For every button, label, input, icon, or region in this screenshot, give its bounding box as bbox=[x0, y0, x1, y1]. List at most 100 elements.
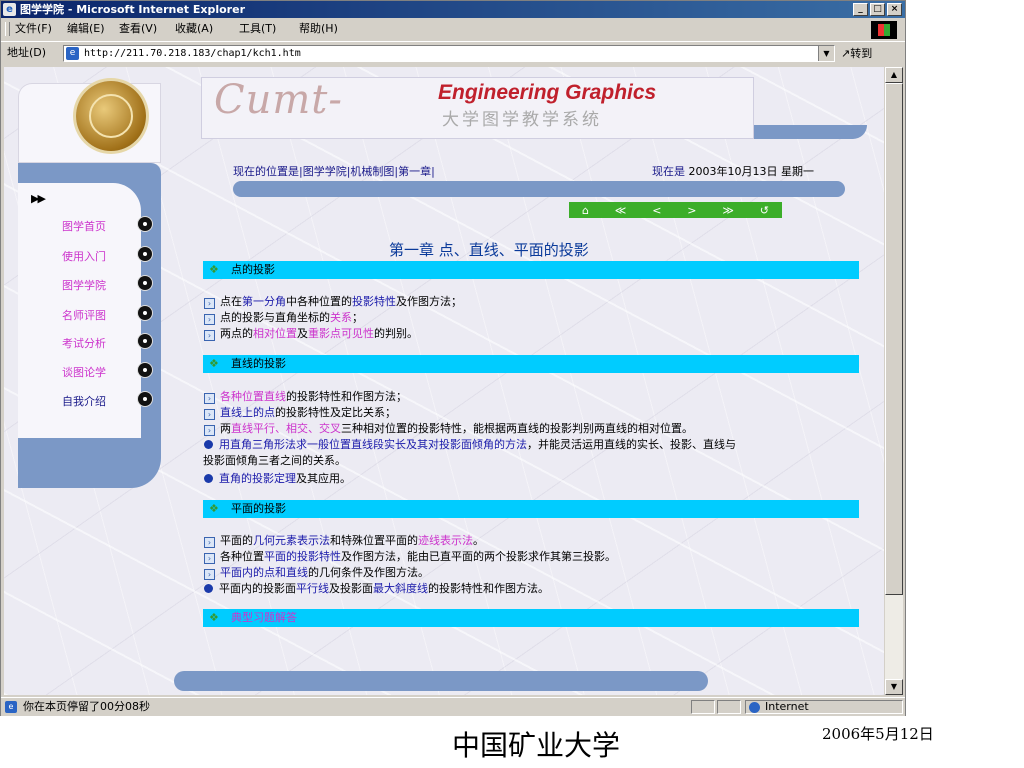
close-button[interactable]: × bbox=[887, 3, 902, 16]
nav-bullet-icon bbox=[138, 217, 152, 231]
status-cell bbox=[717, 700, 741, 714]
page-icon: e bbox=[66, 47, 79, 60]
address-input[interactable]: e http://211.70.218.183/chap1/kch1.htm ▼ bbox=[63, 45, 835, 62]
internet-globe-icon bbox=[749, 702, 760, 713]
section-bullet-icon: ❖ bbox=[209, 611, 219, 624]
list-item: › 两点的相对位置及重影点可见性的判别。 bbox=[204, 325, 418, 341]
windows-flag-icon bbox=[871, 21, 897, 39]
go-label: 转到 bbox=[850, 47, 873, 60]
window-title: 图学学院 - Microsoft Internet Explorer bbox=[20, 3, 245, 16]
first-page-icon[interactable]: ≪ bbox=[615, 204, 627, 217]
address-url[interactable]: http://211.70.218.183/chap1/kch1.htm bbox=[84, 46, 301, 61]
menu-view[interactable]: 查看(V) bbox=[119, 19, 157, 39]
list-item: 直角的投影定理及其应用。 bbox=[204, 470, 351, 486]
arrow-bullet-icon: › bbox=[204, 393, 215, 404]
page-viewport: ▶▶ 图学首页 使用入门 图学学院 名师评图 考试分析 谈图论学 自我介绍 Cu… bbox=[4, 67, 884, 695]
link[interactable]: 相对位置 bbox=[253, 327, 297, 340]
banner-eg-title: Engineering Graphics bbox=[438, 81, 657, 104]
round-bullet-icon bbox=[204, 474, 213, 483]
page-nav-strip: ⌂ ≪ < > ≫ ↺ bbox=[569, 202, 782, 218]
link[interactable]: 直线平行、相交、交叉 bbox=[231, 422, 341, 435]
scroll-down-icon[interactable]: ▼ bbox=[885, 679, 903, 695]
banner-cn-title: 大学图学教学系统 bbox=[442, 110, 602, 130]
link[interactable]: 直线上的点 bbox=[220, 406, 275, 419]
expand-arrows-icon[interactable]: ▶▶ bbox=[31, 192, 46, 205]
breadcrumb[interactable]: 现在的位置是|图学学院|机械制图|第一章| bbox=[233, 163, 435, 179]
link[interactable]: 几何元素表示法 bbox=[253, 534, 330, 547]
link[interactable]: 第一分角 bbox=[242, 295, 286, 308]
list-item: › 点的投影与直角坐标的关系； bbox=[204, 309, 363, 325]
link[interactable]: 关系 bbox=[330, 311, 352, 324]
link[interactable]: 最大斜度线 bbox=[373, 582, 428, 595]
sidebar-item-label: 名师评图 bbox=[62, 309, 106, 322]
section-title: 典型习题解答 bbox=[231, 611, 297, 624]
menu-help[interactable]: 帮助(H) bbox=[299, 19, 338, 39]
sidebar-item-label: 图学学院 bbox=[62, 279, 106, 292]
address-label: 地址(D) bbox=[7, 46, 47, 59]
arrow-bullet-icon: › bbox=[204, 553, 215, 564]
link[interactable]: 平行线 bbox=[296, 582, 329, 595]
status-cell bbox=[691, 700, 715, 714]
title-bar: e 图学学院 - Microsoft Internet Explorer _ □… bbox=[1, 1, 905, 18]
home-icon[interactable]: ⌂ bbox=[582, 204, 589, 217]
nav-bullet-icon bbox=[138, 276, 152, 290]
sidebar-item-label: 使用入门 bbox=[62, 250, 106, 263]
date-value: 2003年10月13日 星期一 bbox=[688, 165, 815, 178]
prev-page-icon[interactable]: < bbox=[652, 204, 661, 217]
nav-bullet-icon bbox=[138, 392, 152, 406]
status-text: 你在本页停留了00分08秒 bbox=[23, 700, 150, 713]
link[interactable]: 平面的投影特性 bbox=[264, 550, 341, 563]
section-bar-lines[interactable]: ❖ 直线的投影 bbox=[203, 355, 859, 373]
university-name: 中国矿业大学 bbox=[452, 729, 621, 762]
menu-grip bbox=[5, 22, 10, 36]
nav-bullet-icon bbox=[138, 363, 152, 377]
scroll-up-icon[interactable]: ▲ bbox=[885, 67, 903, 83]
return-icon[interactable]: ↺ bbox=[760, 204, 769, 217]
section-bar-planes[interactable]: ❖ 平面的投影 bbox=[203, 500, 859, 518]
sidebar-item-label: 自我介绍 bbox=[62, 395, 106, 408]
next-page-icon[interactable]: > bbox=[687, 204, 696, 217]
last-page-icon[interactable]: ≫ bbox=[722, 204, 734, 217]
link[interactable]: 重影点可见性 bbox=[308, 327, 374, 340]
vertical-scrollbar[interactable]: ▲ ▼ bbox=[885, 67, 903, 695]
list-item: › 各种位置直线的投影特性和作图方法； bbox=[204, 388, 407, 404]
minimize-button[interactable]: _ bbox=[853, 3, 868, 16]
nav-bullet-icon bbox=[138, 334, 152, 348]
section-bullet-icon: ❖ bbox=[209, 263, 219, 276]
list-item: › 各种位置平面的投影特性及作图方法，能由已直平面的两个投影求作其第三投影。 bbox=[204, 548, 616, 564]
arrow-bullet-icon: › bbox=[204, 425, 215, 436]
arrow-bullet-icon: › bbox=[204, 537, 215, 548]
go-button[interactable]: ↗转到 bbox=[841, 45, 901, 62]
menu-edit[interactable]: 编辑(E) bbox=[67, 19, 105, 39]
menu-favorites[interactable]: 收藏(A) bbox=[175, 19, 213, 39]
address-dropdown-icon[interactable]: ▼ bbox=[818, 46, 834, 61]
university-seal-icon bbox=[76, 81, 146, 151]
section-title: 点的投影 bbox=[231, 263, 275, 276]
banner-script-logo: Cumt- bbox=[214, 77, 343, 123]
nav-bullet-icon bbox=[138, 247, 152, 261]
section-bullet-icon: ❖ bbox=[209, 502, 219, 515]
link[interactable]: 各种位置直线 bbox=[220, 390, 286, 403]
ie-logo-icon: e bbox=[3, 3, 16, 16]
link[interactable]: 迹线表示法 bbox=[418, 534, 473, 547]
nav-bullet-icon bbox=[138, 306, 152, 320]
maximize-button[interactable]: □ bbox=[870, 3, 885, 16]
menu-file[interactable]: 文件(F) bbox=[15, 19, 52, 39]
menu-tools[interactable]: 工具(T) bbox=[239, 19, 276, 39]
scroll-thumb[interactable] bbox=[885, 83, 903, 595]
link[interactable]: 用直角三角形法求一般位置直线段实长及其对投影面倾角的方法 bbox=[219, 438, 527, 451]
sidebar-item-label: 考试分析 bbox=[62, 337, 106, 350]
link[interactable]: 平面内的点和直线 bbox=[220, 566, 308, 579]
section-title: 直线的投影 bbox=[231, 357, 286, 370]
go-arrow-icon: ↗ bbox=[841, 47, 851, 60]
list-item: › 两直线平行、相交、交叉三种相对位置的投影特性，能根据两直线的投影判别两直线的相… bbox=[204, 420, 693, 436]
link[interactable]: 直角的投影定理 bbox=[219, 472, 296, 485]
sidebar-item-label: 谈图论学 bbox=[62, 366, 106, 379]
section-bar-points[interactable]: ❖ 点的投影 bbox=[203, 261, 859, 279]
list-item-continued: 投影面倾角三者之间的关系。 bbox=[203, 454, 346, 467]
link[interactable]: 投影特性 bbox=[352, 295, 396, 308]
list-item: › 点在第一分角中各种位置的投影特性及作图方法； bbox=[204, 293, 462, 309]
section-bar-exercises[interactable]: ❖ 典型习题解答 bbox=[203, 609, 859, 627]
section-title: 平面的投影 bbox=[231, 502, 286, 515]
arrow-bullet-icon: › bbox=[204, 330, 215, 341]
